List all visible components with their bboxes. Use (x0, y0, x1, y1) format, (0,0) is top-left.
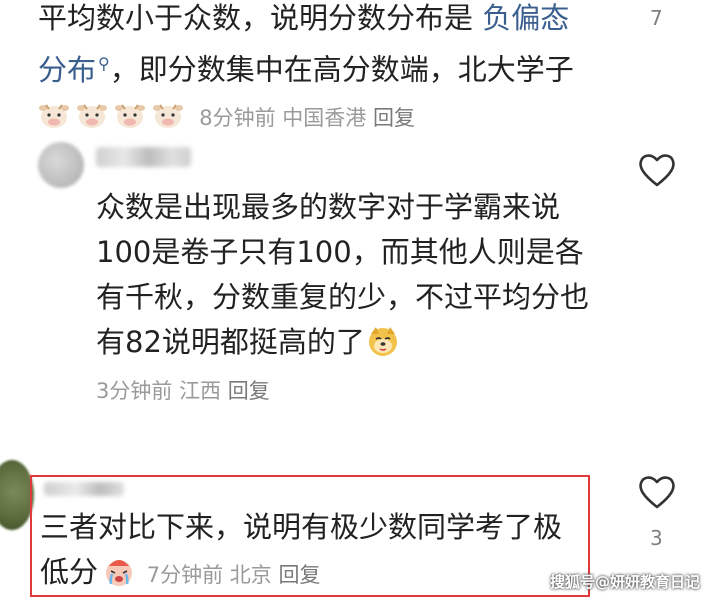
comment-location: 中国香港 (282, 105, 367, 130)
comment-location: 北京 (229, 563, 272, 587)
comment-1-meta: 8分钟前 中国香港 回复 (199, 106, 415, 130)
search-icon: ⚲ (98, 54, 110, 73)
comment-location: 江西 (179, 379, 222, 403)
reply-button[interactable]: 回复 (228, 379, 270, 403)
like-count: 7 (650, 6, 663, 30)
heart-icon[interactable] (637, 474, 677, 510)
comment-2-body: 众数是出现最多的数字对于学霸来说100是卷子只有100，而其他人则是各有千秋，分… (96, 190, 590, 359)
like-count: 3 (650, 526, 663, 550)
cow-emoji (115, 104, 145, 128)
comment-time: 7分钟前 (146, 563, 224, 587)
reply-button[interactable]: 回复 (373, 106, 415, 130)
comment-3-text: 三者对比下来，说明有极少数同学考了极低分 7分钟前 北京 回复 (40, 505, 580, 598)
comment-2-meta: 3分钟前 江西 回复 (96, 369, 606, 414)
watermark: 搜狐号@妍妍教育日记 (549, 573, 700, 591)
avatar[interactable] (0, 460, 34, 530)
doge-emoji (368, 327, 397, 356)
cow-emoji (153, 104, 183, 128)
comment-time: 8分钟前 (199, 105, 276, 130)
heart-icon[interactable] (637, 152, 677, 188)
crying-emoji (106, 560, 133, 586)
cow-emoji (39, 104, 69, 128)
comment-1-text: 平均数小于众数，说明分数分布是 负偏态分布 ⚲，即分数集中在高分数端，北大学子 8… (38, 0, 598, 141)
username[interactable] (96, 147, 191, 167)
comment-1-text-before: 平均数小于众数，说明分数分布是 (38, 1, 483, 35)
comment-1-text-after: ，即分数集中在高分数端，北大学子 (109, 52, 574, 87)
comment-2-text: 众数是出现最多的数字对于学霸来说100是卷子只有100，而其他人则是各有千秋，分… (96, 185, 606, 414)
comment-time: 3分钟前 (96, 379, 173, 403)
cow-emoji (77, 104, 107, 128)
avatar[interactable] (38, 142, 84, 188)
comment-1-emojis (38, 98, 199, 132)
reply-button[interactable]: 回复 (278, 563, 320, 587)
comment-3-meta: 7分钟前 北京 回复 (140, 563, 321, 587)
